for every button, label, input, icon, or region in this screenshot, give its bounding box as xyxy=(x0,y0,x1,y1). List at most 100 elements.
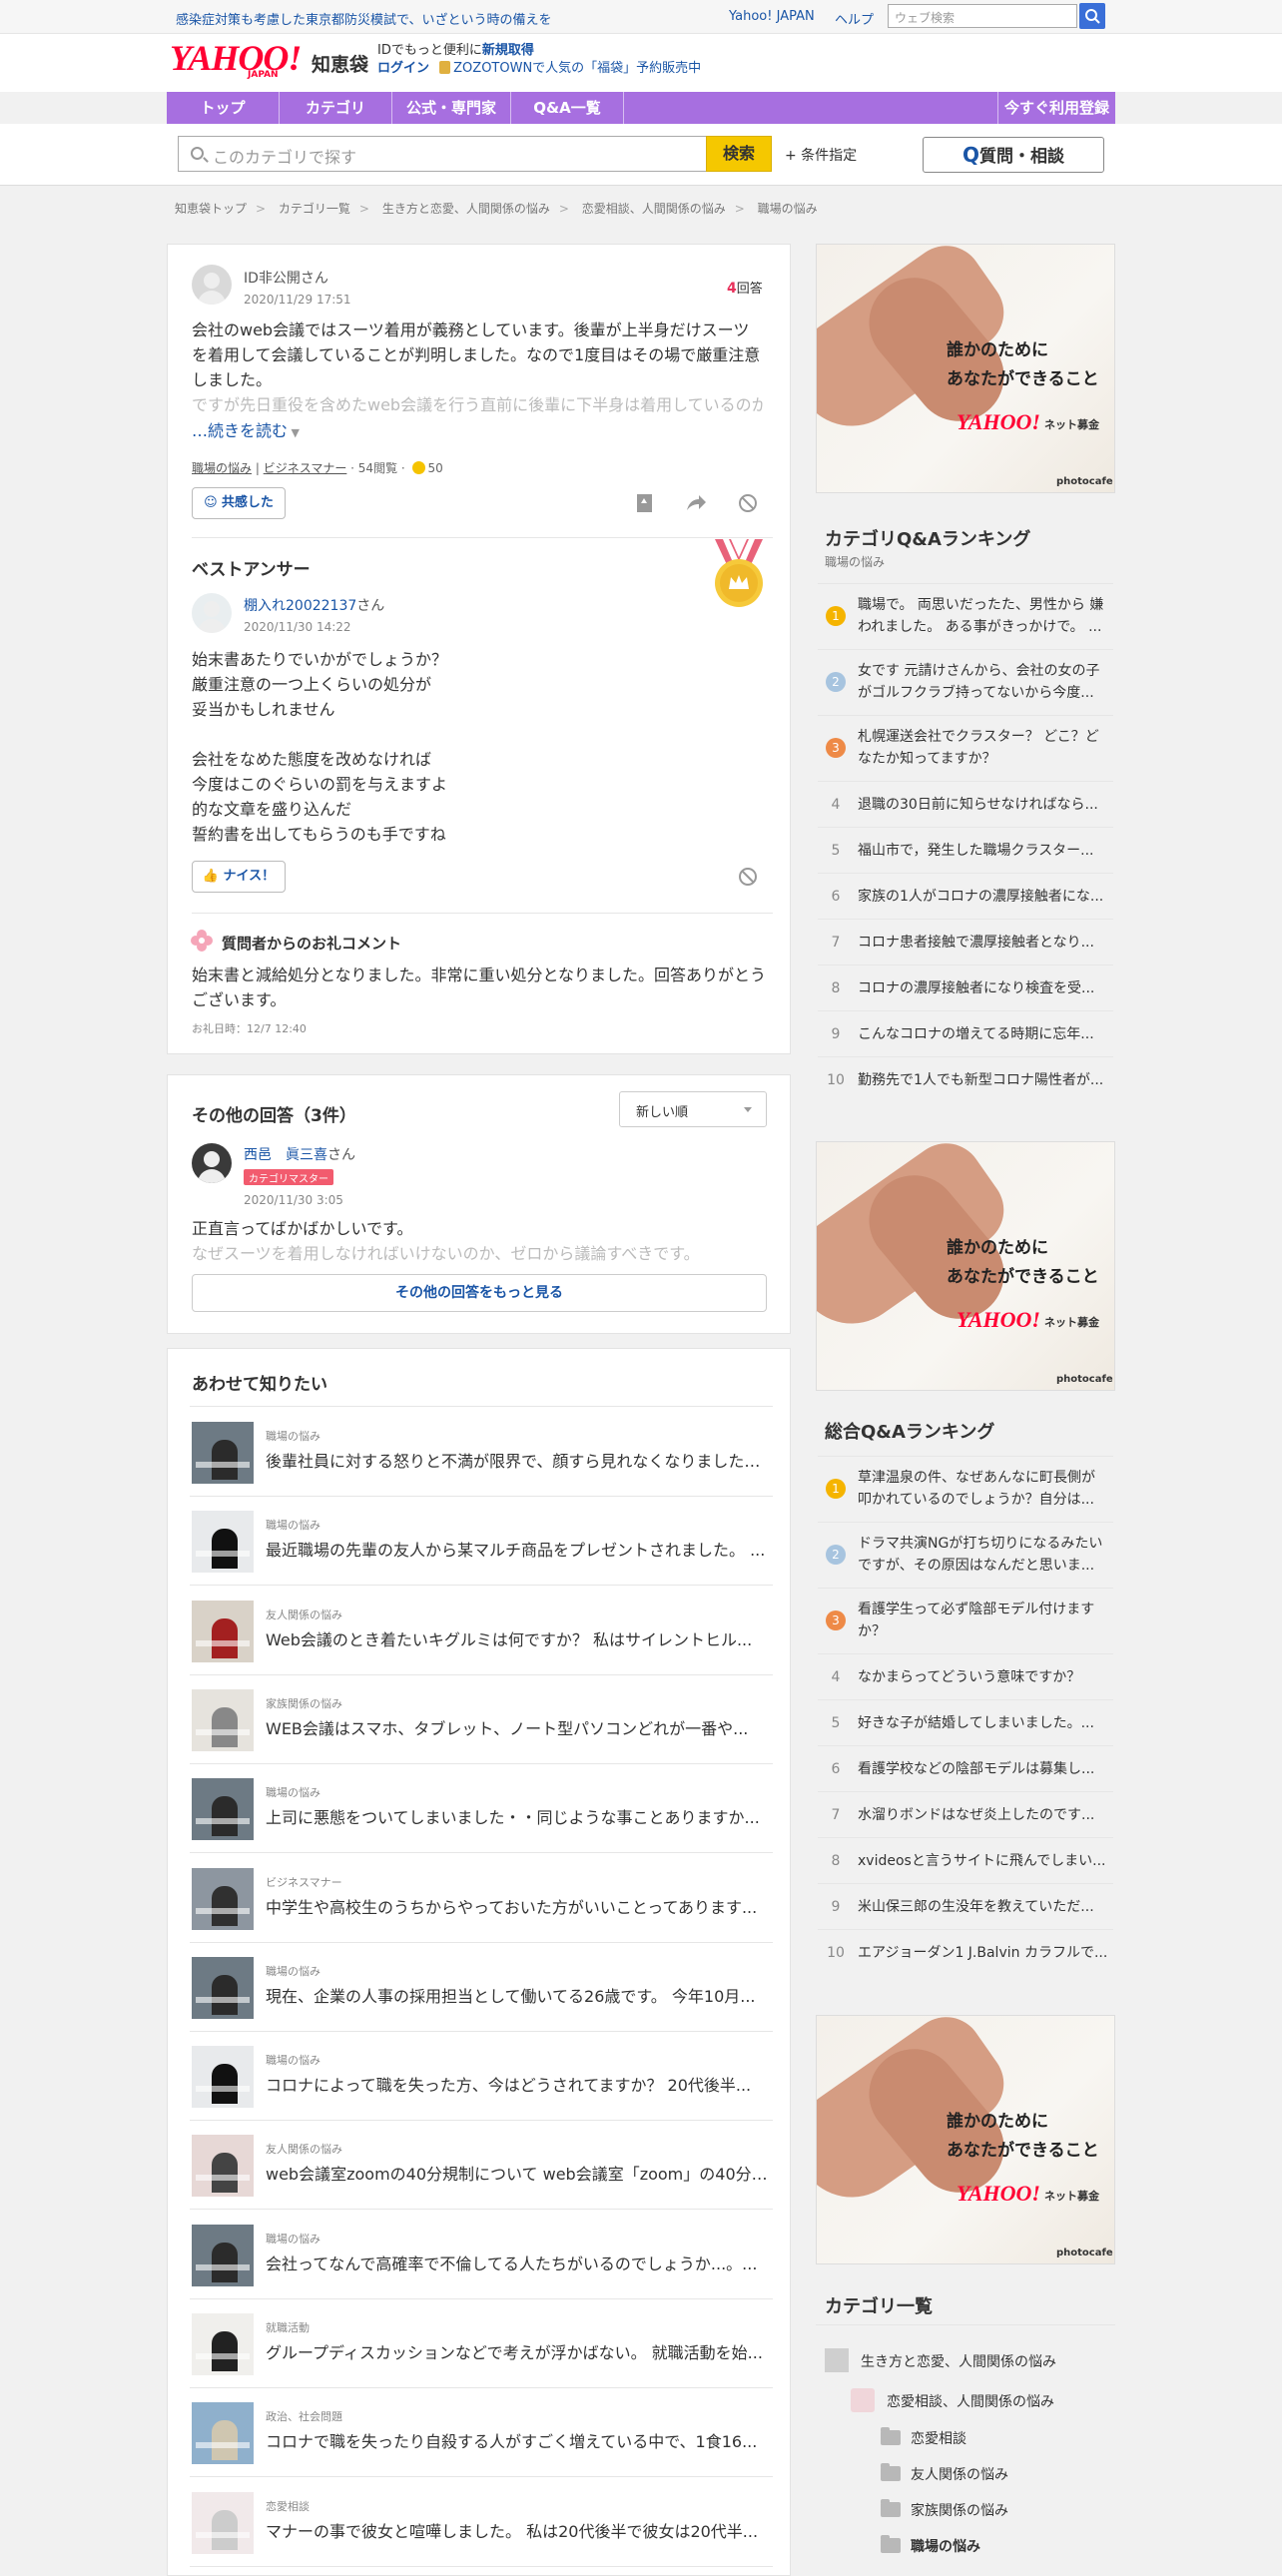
ranking-title[interactable]: 札幌運送会社でクラスター？ どこ？どなたか知ってますか？ xyxy=(858,726,1107,770)
bookmark-icon[interactable] xyxy=(634,492,656,514)
nav-category[interactable]: カテゴリ xyxy=(280,92,391,124)
category-level3[interactable]: 友人関係の悩み xyxy=(881,2463,1008,2484)
ranking-title[interactable]: コロナの濃厚接触者になり検査を受... xyxy=(858,977,1107,999)
web-search-input[interactable]: ウェブ検索 xyxy=(888,4,1077,28)
related-title[interactable]: コロナによって職を失った方、今はどうされてますか？ 20代後半... xyxy=(266,2072,771,2096)
block-icon[interactable] xyxy=(737,492,759,514)
related-item[interactable]: 職場の悩み 後輩社員に対する怒りと不満が限界で、顔すら見れなくなりました。... xyxy=(190,1408,773,1497)
category-level3-current[interactable]: 職場の悩み xyxy=(881,2535,980,2556)
nav-top[interactable]: トップ xyxy=(167,92,279,124)
more-answers-button[interactable]: その他の回答をもっと見る xyxy=(192,1274,767,1312)
ranking-title[interactable]: ドラマ共演NGが打ち切りになるみたいですが、その原因はなんだと思いま... xyxy=(858,1533,1107,1577)
related-item[interactable]: 友人関係の悩み web会議室zoomの40分規制について web会議室「zoom」… xyxy=(190,2121,773,2211)
ranking-title[interactable]: 看護学生って必ず陰部モデル付けますか？ xyxy=(858,1599,1107,1642)
login-link[interactable]: ログイン xyxy=(377,61,429,76)
ranking-item[interactable]: 5 福山市で，発生した職場クラスター... xyxy=(818,827,1113,873)
ranking-title[interactable]: なかまらってどういう意味ですか？ xyxy=(858,1666,1107,1688)
ranking-item[interactable]: 10 エアジョーダン1 J.Balvin カラフルで... xyxy=(818,1929,1113,1975)
ranking-item[interactable]: 4 なかまらってどういう意味ですか？ xyxy=(818,1653,1113,1699)
related-item[interactable]: ビジネスマナー 中学生や高校生のうちからやっておいた方がいいことってあります... xyxy=(190,1854,773,1943)
ranking-title[interactable]: 福山市で，発生した職場クラスター... xyxy=(858,840,1107,862)
ranking-item[interactable]: 6 家族の1人がコロナの濃厚接触者にな... xyxy=(818,873,1113,919)
ranking-title[interactable]: コロナ患者接触で濃厚接触者となり... xyxy=(858,932,1107,954)
ranking-title[interactable]: 草津温泉の件、なぜあんなに町長側が叩かれているのでしょうか？自分は... xyxy=(858,1467,1107,1511)
ranking-title[interactable]: xvideosと言うサイトに飛んでしまい... xyxy=(858,1850,1107,1872)
related-title[interactable]: web会議室zoomの40分規制について web会議室「zoom」の40分規..… xyxy=(266,2161,771,2185)
related-title[interactable]: WEB会議はスマホ、タブレット、ノート型パソコンどれが一番や... xyxy=(266,1715,771,1739)
ranking-item[interactable]: 7 水溜りボンドはなぜ炎上したのです... xyxy=(818,1791,1113,1837)
search-button[interactable]: 検索 xyxy=(706,136,772,172)
signup-link[interactable]: 新規取得 xyxy=(482,43,534,58)
ranking-title[interactable]: 看護学校などの陰部モデルは募集し... xyxy=(858,1758,1107,1780)
ranking-title[interactable]: 好きな子が結婚してしまいました。... xyxy=(858,1712,1107,1734)
ad-banner[interactable]: 誰かのために あなたができること YAHOO! ネット募金 photocafe xyxy=(816,244,1115,493)
ranking-item[interactable]: 3 札幌運送会社でクラスター？ どこ？どなたか知ってますか？ xyxy=(818,715,1113,781)
ranking-item[interactable]: 10 勤務先で1人でも新型コロナ陽性者が... xyxy=(818,1056,1113,1102)
ranking-item[interactable]: 5 好きな子が結婚してしまいました。... xyxy=(818,1699,1113,1745)
related-title[interactable]: 上司に悪態をついてしまいました・・同じような事ことありますか... xyxy=(266,1804,771,1828)
breadcrumb-item[interactable]: 知恵袋トップ xyxy=(175,202,247,216)
category-level3[interactable]: 家族関係の悩み xyxy=(881,2499,1008,2520)
ranking-item[interactable]: 7 コロナ患者接触で濃厚接触者となり... xyxy=(818,919,1113,965)
ranking-item[interactable]: 2 ドラマ共演NGが打ち切りになるみたいですが、その原因はなんだと思いま... xyxy=(818,1522,1113,1588)
category-level3[interactable]: 恋愛相談 xyxy=(881,2427,966,2448)
best-answer-user[interactable]: 棚入れ20022137さん xyxy=(244,595,384,615)
category-level2[interactable]: 恋愛相談、人間関係の悩み xyxy=(851,2388,1054,2412)
related-title[interactable]: 中学生や高校生のうちからやっておいた方がいいことってあります... xyxy=(266,1894,771,1918)
breadcrumb-item[interactable]: 生き方と恋愛、人間関係の悩み xyxy=(382,202,550,216)
related-title[interactable]: 後輩社員に対する怒りと不満が限界で、顔すら見れなくなりました。... xyxy=(266,1448,771,1472)
ranking-item[interactable]: 4 退職の30日前に知らせなければなら... xyxy=(818,781,1113,827)
ranking-title[interactable]: 家族の1人がコロナの濃厚接触者にな... xyxy=(858,886,1107,908)
ask-question-button[interactable]: Q質問・相談 xyxy=(923,137,1104,173)
nice-button[interactable]: 👍 ナイス！ xyxy=(192,861,286,893)
zozotown-link[interactable]: ZOZOTOWNで人気の「福袋」予約販売中 xyxy=(453,61,701,76)
ranking-item[interactable]: 3 看護学生って必ず陰部モデル付けますか？ xyxy=(818,1588,1113,1653)
related-item[interactable]: 職場の悩み コロナによって職を失った方、今はどうされてますか？ 20代後半... xyxy=(190,2032,773,2122)
sort-select[interactable]: 新しい順 xyxy=(619,1091,767,1127)
answer-user[interactable]: 西邑 眞三喜さん xyxy=(244,1144,355,1164)
ad-banner[interactable]: 誰かのために あなたができること YAHOO! ネット募金 photocafe xyxy=(816,2015,1115,2264)
nav-official-experts[interactable]: 公式・専門家 xyxy=(392,92,510,124)
ranking-item[interactable]: 9 こんなコロナの増えてる時期に忘年... xyxy=(818,1010,1113,1056)
related-item[interactable]: 家族関係の悩み WEB会議はスマホ、タブレット、ノート型パソコンどれが一番や... xyxy=(190,1675,773,1764)
yahoo-chiebukuro-logo[interactable]: YAHOO! JAPAN 知恵袋 xyxy=(170,40,368,80)
ranking-item[interactable]: 8 コロナの濃厚接触者になり検査を受... xyxy=(818,965,1113,1010)
related-title[interactable]: 会社ってなんで高確率で不倫してる人たちがいるのでしょうか...。... xyxy=(266,2251,771,2274)
category-search-input[interactable]: このカテゴリで探す xyxy=(178,136,707,172)
ranking-title[interactable]: こんなコロナの増えてる時期に忘年... xyxy=(858,1023,1107,1045)
block-icon[interactable] xyxy=(737,866,759,888)
related-item[interactable]: 就職活動 グループディスカッションなどで考えが浮かばない。 就職活動を始... xyxy=(190,2299,773,2388)
ranking-item[interactable]: 1 職場で。 両思いだったた、男性から 嫌われました。 ある事がきっかけで。 ..… xyxy=(818,583,1113,649)
ad-banner[interactable]: 誰かのために あなたができること YAHOO! ネット募金 photocafe xyxy=(816,1141,1115,1391)
breadcrumb-item[interactable]: カテゴリ一覧 xyxy=(279,202,350,216)
ranking-title[interactable]: 退職の30日前に知らせなければなら... xyxy=(858,794,1107,816)
nav-qa-list[interactable]: Q&A一覧 xyxy=(511,92,623,124)
related-item[interactable]: 職場の悩み 上司に悪態をついてしまいました・・同じような事ことありますか... xyxy=(190,1764,773,1854)
breadcrumb-item[interactable]: 職場の悩み xyxy=(758,202,818,216)
breadcrumb-item[interactable]: 恋愛相談、人間関係の悩み xyxy=(582,202,726,216)
related-item[interactable]: 職場の悩み 最近職場の先輩の友人から某マルチ商品をプレゼントされました。 ... xyxy=(190,1497,773,1587)
ranking-item[interactable]: 2 女です 元請けさんから、会社の女の子がゴルフクラブ持ってないから今度... xyxy=(818,649,1113,715)
ranking-title[interactable]: 勤務先で1人でも新型コロナ陽性者が... xyxy=(858,1069,1107,1091)
related-title[interactable]: コロナで職を失ったり自殺する人がすごく増えている中で、1食16... xyxy=(266,2428,771,2452)
read-more-link[interactable]: …続きを読む ▼ xyxy=(192,417,300,441)
ranking-title[interactable]: エアジョーダン1 J.Balvin カラフルで... xyxy=(858,1942,1107,1964)
related-title[interactable]: 最近職場の先輩の友人から某マルチ商品をプレゼントされました。 ... xyxy=(266,1537,771,1561)
tag-link[interactable]: 職場の悩み xyxy=(192,461,252,475)
web-search-button[interactable] xyxy=(1079,3,1105,29)
nav-register[interactable]: 今すぐ利用登録 xyxy=(998,92,1115,124)
ranking-title[interactable]: 職場で。 両思いだったた、男性から 嫌われました。 ある事がきっかけで。 ... xyxy=(858,594,1107,638)
related-item[interactable]: 友人関係の悩み Web会議のとき着たいキグルミは何ですか？ 私はサイレントヒル..… xyxy=(190,1587,773,1675)
share-icon[interactable] xyxy=(685,492,707,514)
category-level1[interactable]: 生き方と恋愛、人間関係の悩み xyxy=(825,2348,1056,2372)
ranking-title[interactable]: 女です 元請けさんから、会社の女の子がゴルフクラブ持ってないから今度... xyxy=(858,660,1107,704)
ranking-item[interactable]: 1 草津温泉の件、なぜあんなに町長側が叩かれているのでしょうか？自分は... xyxy=(818,1456,1113,1522)
related-item[interactable]: 政治、社会問題 コロナで職を失ったり自殺する人がすごく増えている中で、1食16..… xyxy=(190,2388,773,2478)
tag-link[interactable]: ビジネスマナー xyxy=(264,461,347,475)
related-item[interactable]: 職場の悩み 会社ってなんで高確率で不倫してる人たちがいるのでしょうか...。... xyxy=(190,2211,773,2299)
related-item[interactable]: 恋愛相談 マナーの事で彼女と喧嘩しました。 私は20代後半で彼女は20代半... xyxy=(190,2478,773,2567)
ranking-item[interactable]: 9 米山保三郎の生没年を教えていただ... xyxy=(818,1883,1113,1929)
ranking-title[interactable]: 米山保三郎の生没年を教えていただ... xyxy=(858,1896,1107,1918)
yahoo-japan-link[interactable]: Yahoo! JAPAN xyxy=(729,9,815,24)
search-conditions-link[interactable]: + 条件指定 xyxy=(785,145,857,165)
